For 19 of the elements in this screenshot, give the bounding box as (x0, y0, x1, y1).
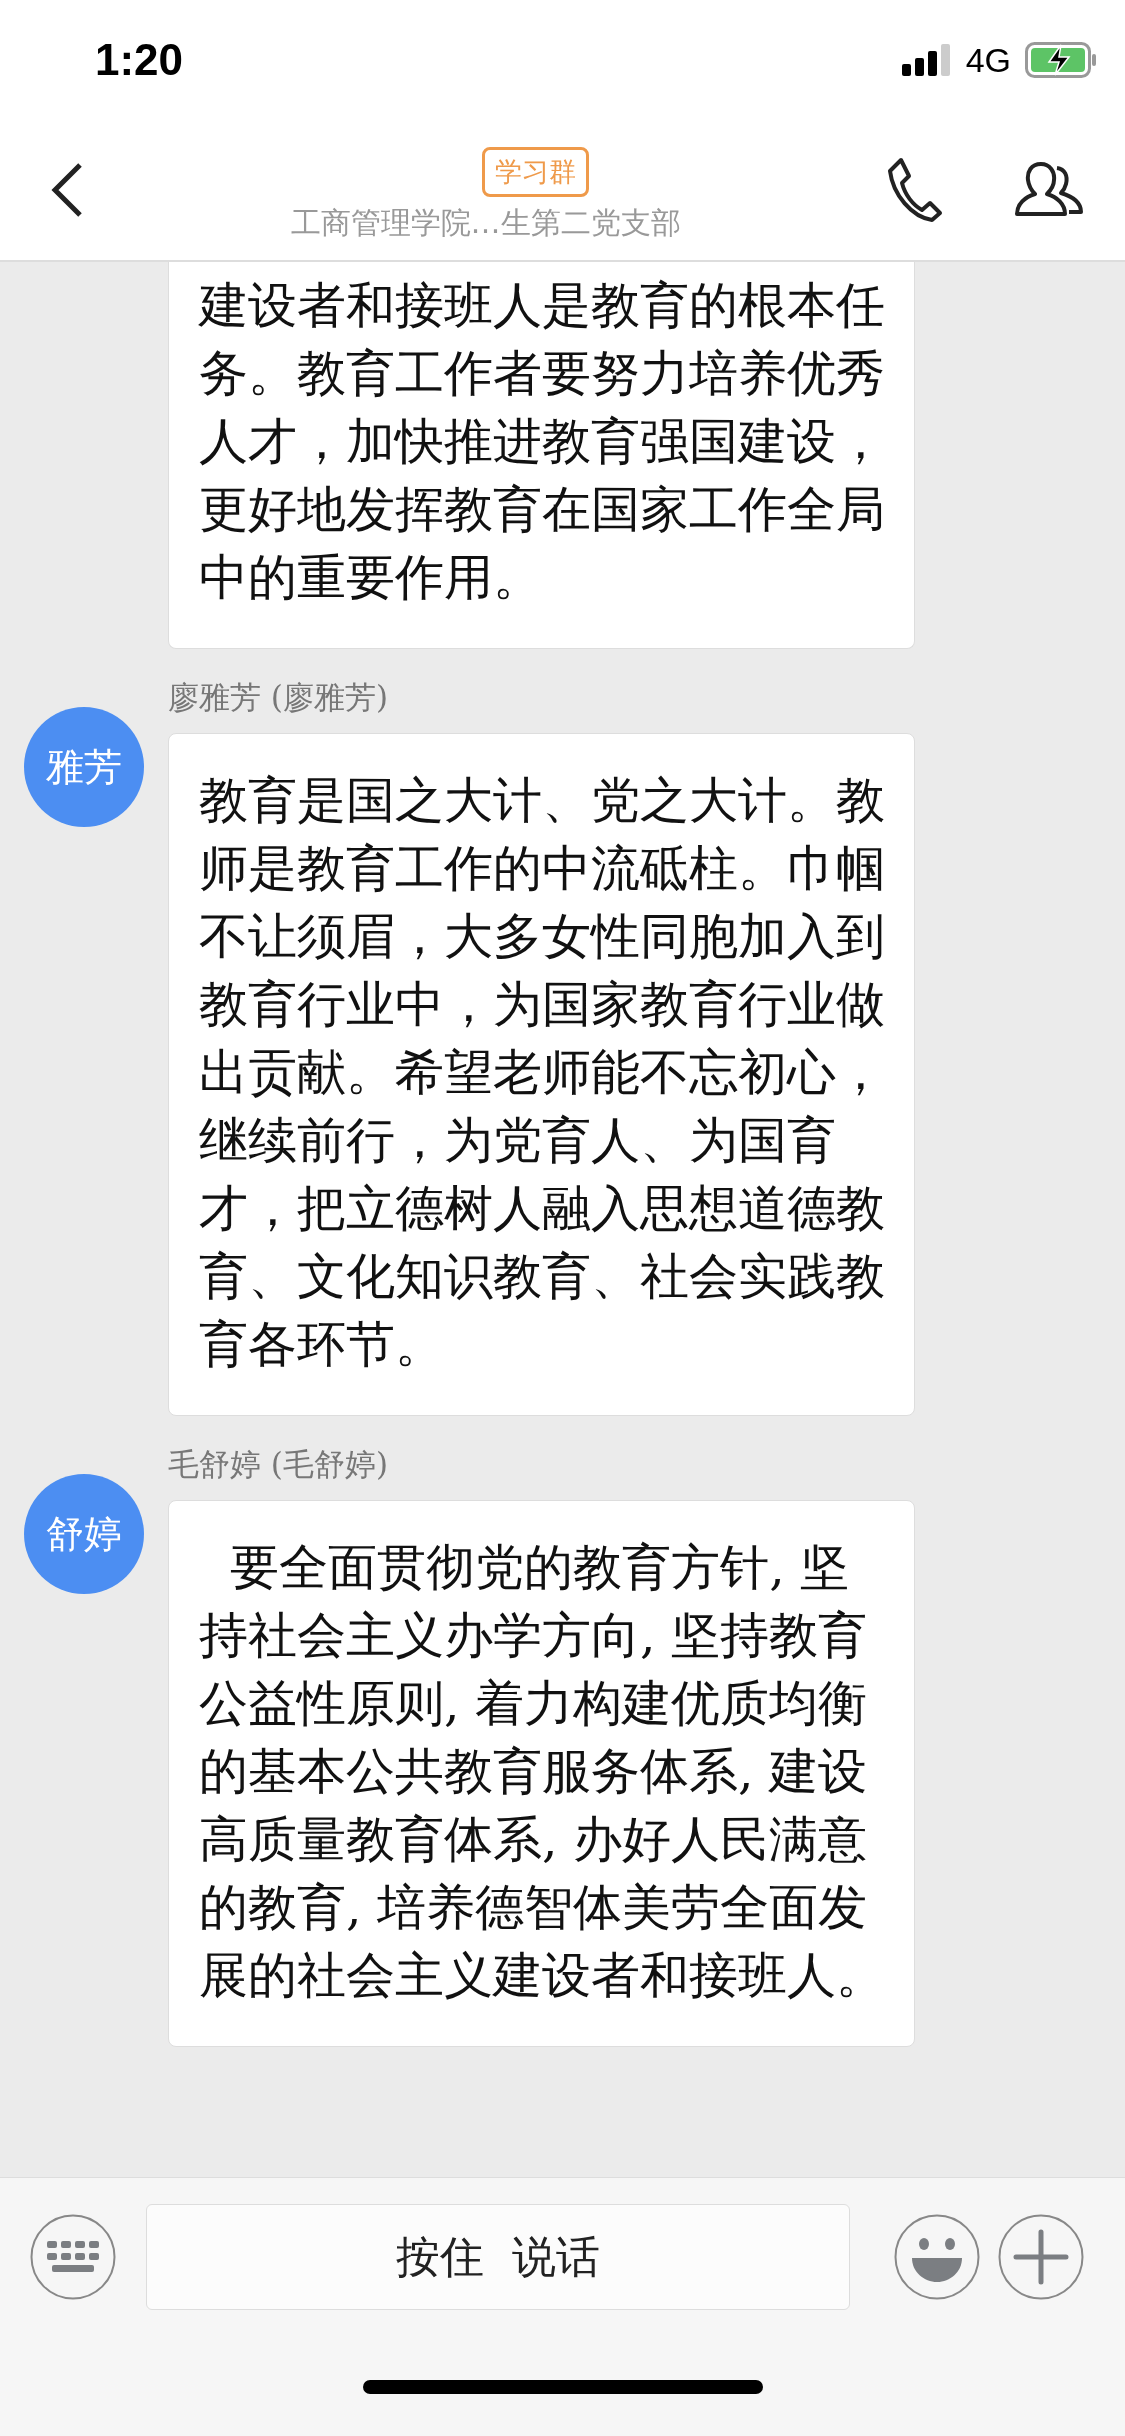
smiley-icon[interactable] (894, 2214, 980, 2300)
avatar[interactable]: 舒婷 (24, 1474, 144, 1594)
group-tag: 学习群 (482, 146, 589, 197)
hold-to-talk-button[interactable]: 按住 说话 (146, 2204, 850, 2310)
chat-title: 工商管理学院…生第二党支部 (290, 203, 681, 242)
keyboard-icon[interactable] (30, 2214, 116, 2300)
message-bubble: 要全面贯彻党的教育方针, 坚持社会主义办学方向, 坚持教育公益性原则, 着力构建优质均衡的基本公共教育服务体系, 建设高质量教育体系, 办好人民满意的教育, 培养德智体美劳全面发展的社会主义建设者和接班人。 (168, 1500, 915, 2047)
network-label: 4G (965, 40, 1011, 80)
battery-charging-icon (1025, 42, 1097, 78)
plus-icon[interactable] (998, 2214, 1084, 2300)
message-bubble: 教育是国之大计、党之大计。教师是教育工作的中流砥柱。巾帼不让须眉，大多女性同胞加入到教育行业中，为国家教育行业做出贡献。希望老师能不忘初心，继续前行，为党育人、为国育才，把立德树人融入思想道德教育、文化知识教育、社会实践教育各环节。 (168, 733, 915, 1416)
sender-name: 毛舒婷 (毛舒婷) (168, 1445, 389, 1484)
sender-name: 廖雅芳 (廖雅芳) (168, 678, 389, 717)
avatar[interactable]: 雅芳 (24, 707, 144, 827)
message-bubble: 建设者和接班人是教育的根本任务。教育工作者要努力培养优秀人才，加快推进教育强国建设，更好地发挥教育在国家工作全局中的重要作用。 (168, 262, 915, 649)
status-time: 1:20 (95, 35, 184, 85)
phone-icon[interactable] (887, 157, 943, 223)
signal-icon (901, 44, 952, 76)
back-icon[interactable] (50, 162, 84, 218)
